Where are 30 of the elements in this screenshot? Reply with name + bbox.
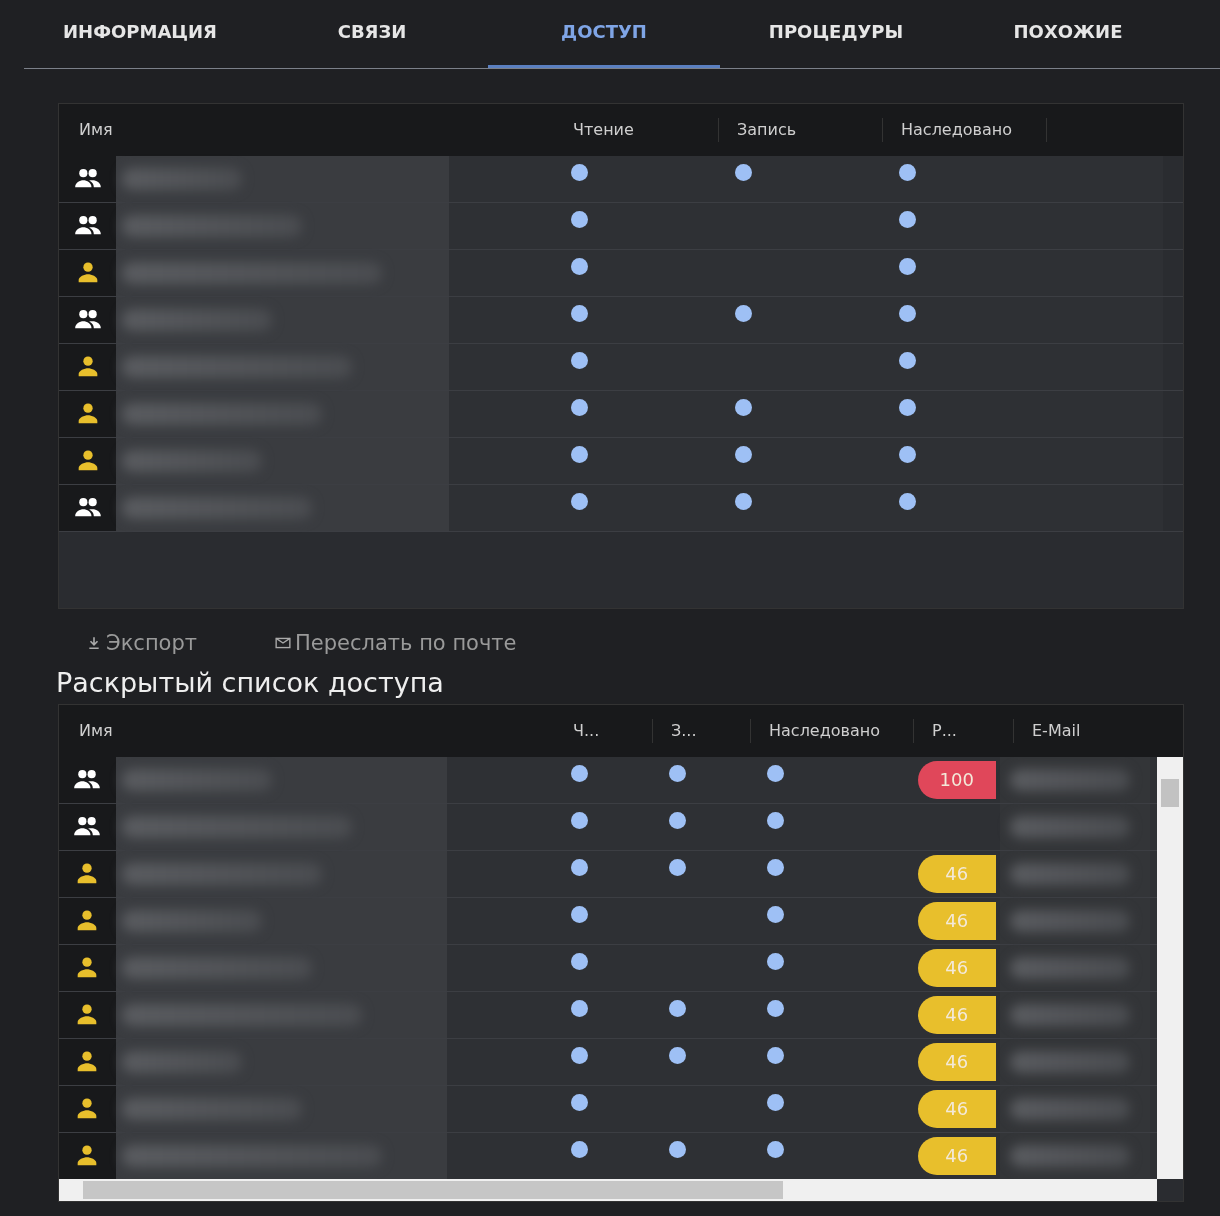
column-header[interactable]: Наследовано xyxy=(751,719,914,743)
tab[interactable]: ДОСТУП xyxy=(488,8,720,68)
column-header[interactable]: З... xyxy=(653,719,751,743)
download-icon xyxy=(86,636,102,650)
tab[interactable]: СВЯЗИ xyxy=(256,8,488,68)
mail-icon xyxy=(275,636,292,650)
column-header[interactable]: Имя xyxy=(59,719,555,743)
column-header[interactable]: Ч... xyxy=(555,719,653,743)
rank-badge: 46 xyxy=(917,855,996,893)
rank-badge: 46 xyxy=(917,1137,996,1175)
rank-badge: 46 xyxy=(917,949,996,987)
rank-badge: 46 xyxy=(917,1043,996,1081)
action-link[interactable]: Экспорт xyxy=(86,631,198,655)
tab[interactable]: ПРОЦЕДУРЫ xyxy=(720,8,952,68)
tab[interactable]: ИНФОРМАЦИЯ xyxy=(24,8,256,68)
vertical-scrollbar[interactable] xyxy=(1157,757,1183,1179)
column-header[interactable]: E-Mail xyxy=(1014,719,1174,743)
column-header[interactable]: Чтение xyxy=(555,118,719,142)
rank-badge: 46 xyxy=(917,996,996,1034)
rank-badge: 46 xyxy=(917,902,996,940)
horizontal-scrollbar[interactable] xyxy=(59,1179,1157,1201)
column-header[interactable]: Имя xyxy=(59,118,555,142)
section-title: Раскрытый список доступа xyxy=(56,667,445,698)
tab[interactable]: ПОХОЖИЕ xyxy=(952,8,1184,68)
rank-badge: 46 xyxy=(917,1090,996,1128)
rank-badge: 100 xyxy=(917,761,996,799)
action-link[interactable]: Переслать по почте xyxy=(275,631,517,655)
column-header[interactable]: Р... xyxy=(914,719,1014,743)
column-header[interactable]: Наследовано xyxy=(883,118,1047,142)
column-header[interactable]: Запись xyxy=(719,118,883,142)
